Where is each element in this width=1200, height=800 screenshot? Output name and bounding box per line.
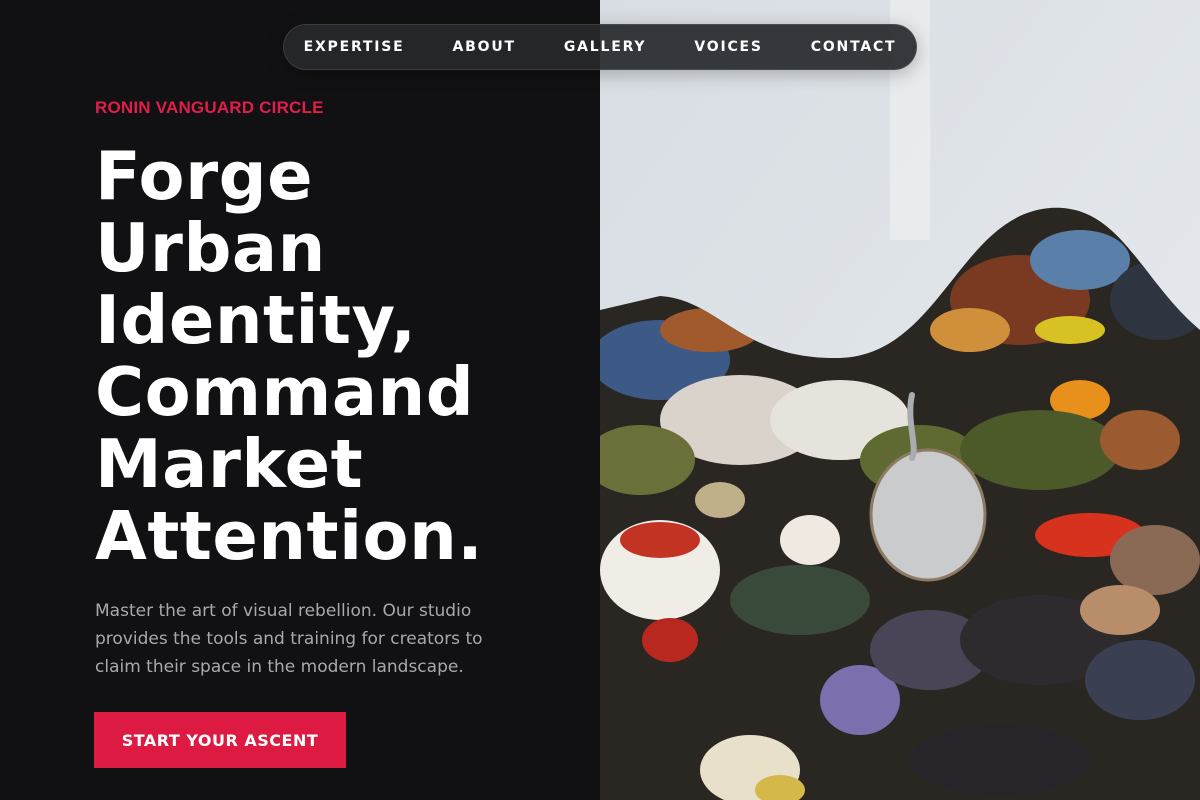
headline-line: Market (95, 425, 364, 503)
hero-subtext: Master the art of visual rebellion. Our … (95, 601, 483, 677)
hero-text-panel: RONIN VANGUARD CIRCLE Forge Urban Identi… (0, 0, 600, 800)
hero-headline: Forge Urban Identity, Command Market Att… (95, 140, 595, 572)
paint-palette-illustration (600, 0, 1200, 800)
hero-eyebrow: RONIN VANGUARD CIRCLE (95, 98, 324, 117)
nav-item-about[interactable]: ABOUT (429, 39, 540, 55)
start-your-ascent-button[interactable]: START YOUR ASCENT (94, 712, 346, 768)
nav-item-gallery[interactable]: GALLERY (540, 39, 670, 55)
nav-item-voices[interactable]: VOICES (670, 39, 786, 55)
nav-item-contact[interactable]: CONTACT (787, 39, 921, 55)
nav-item-expertise[interactable]: EXPERTISE (280, 39, 429, 55)
headline-line: Command (95, 353, 475, 431)
headline-line: Identity, (95, 281, 417, 359)
headline-line: Attention. (95, 497, 484, 575)
headline-line: Urban (95, 209, 326, 287)
paint-palette-photo: ginestokyo (600, 0, 1200, 800)
top-navigation: EXPERTISE ABOUT GALLERY VOICES CONTACT (283, 24, 917, 70)
headline-line: Forge (95, 137, 314, 215)
